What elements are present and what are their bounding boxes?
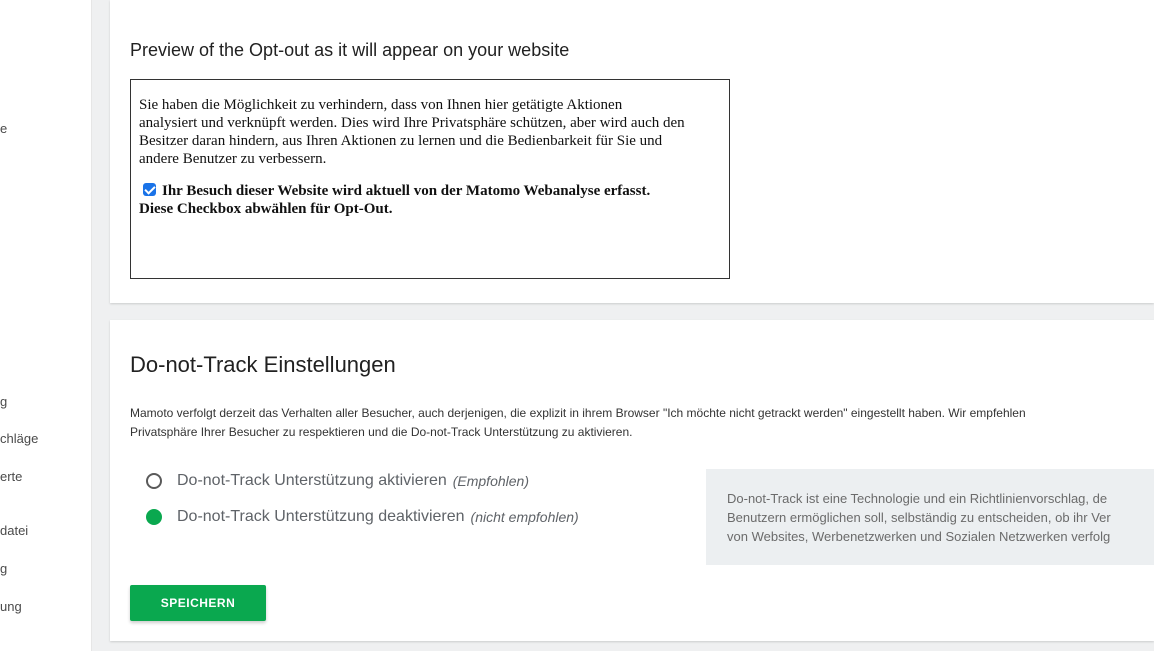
sidebar-item[interactable]: chläge: [0, 431, 38, 446]
dnt-settings-card: Do-not-Track Einstellungen Mamoto verfol…: [110, 320, 1154, 641]
radio-label: Do-not-Track Unterstützung aktivieren: [177, 472, 447, 489]
preview-title: Preview of the Opt-out as it will appear…: [130, 40, 570, 60]
radio-hint: (Empfohlen): [452, 473, 529, 489]
sidebar-item[interactable]: ung: [0, 599, 22, 614]
sidebar-item[interactable]: g: [0, 394, 7, 409]
radio-dnt-disable[interactable]: Do-not-Track Unterstützung deaktivieren …: [146, 508, 579, 526]
sidebar-item[interactable]: g: [0, 561, 7, 576]
optout-checkbox-label[interactable]: Ihr Besuch dieser Website wird aktuell v…: [139, 182, 721, 218]
optout-checkbox[interactable]: [143, 183, 156, 196]
optout-intro: Sie haben die Möglichkeit zu verhindern,…: [139, 96, 721, 168]
radio-hint: (nicht empfohlen): [470, 509, 579, 525]
sidebar: e g chläge erte datei g ung: [0, 0, 92, 651]
radio-dnt-enable[interactable]: Do-not-Track Unterstützung aktivieren (E…: [146, 472, 529, 490]
intro-line: andere Benutzer zu verbessern.: [139, 151, 327, 167]
optout-text: Ihr Besuch dieser Website wird aktuell v…: [162, 183, 651, 199]
info-line: Benutzern ermöglichen soll, selbständig …: [727, 510, 1111, 525]
radio-label: Do-not-Track Unterstützung deaktivieren: [177, 508, 465, 525]
save-button[interactable]: SPEICHERN: [130, 585, 266, 621]
dnt-description: Mamoto verfolgt derzeit das Verhalten al…: [130, 404, 1154, 442]
optout-iframe-preview: Sie haben die Möglichkeit zu verhindern,…: [130, 79, 730, 279]
desc-line: Mamoto verfolgt derzeit das Verhalten al…: [130, 406, 1026, 420]
optout-text: Diese Checkbox abwählen für Opt-Out.: [139, 201, 393, 217]
desc-line: Privatsphäre Ihrer Besucher zu respektie…: [130, 425, 633, 439]
intro-line: Sie haben die Möglichkeit zu verhindern,…: [139, 97, 623, 113]
dnt-info-box: Do-not-Track ist eine Technologie und ei…: [706, 469, 1154, 565]
sidebar-item[interactable]: e: [0, 121, 7, 136]
info-line: von Websites, Werbenetzwerken und Sozial…: [727, 529, 1111, 544]
sidebar-item[interactable]: datei: [0, 523, 28, 538]
intro-line: analysiert und verknüpft werden. Dies wi…: [139, 115, 685, 131]
dnt-title: Do-not-Track Einstellungen: [130, 352, 396, 377]
intro-line: Besitzer daran hindern, aus Ihren Aktion…: [139, 133, 663, 149]
optout-preview-card: Preview of the Opt-out as it will appear…: [110, 0, 1154, 303]
info-line: Do-not-Track ist eine Technologie und ei…: [727, 491, 1108, 506]
sidebar-item[interactable]: erte: [0, 469, 22, 484]
radio-unselected-icon[interactable]: [146, 473, 162, 489]
radio-selected-icon[interactable]: [146, 509, 162, 525]
